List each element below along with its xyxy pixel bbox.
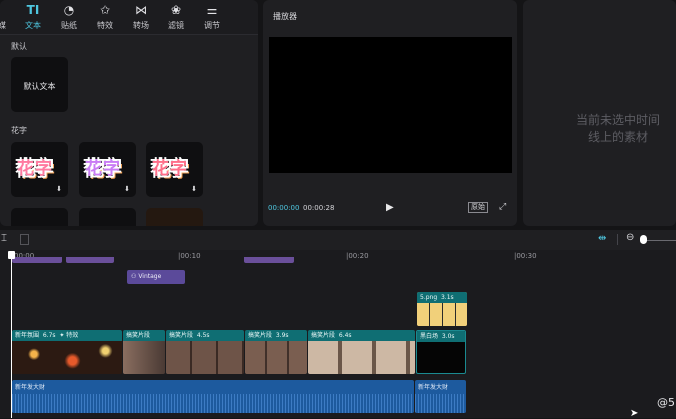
playhead[interactable]	[11, 251, 12, 418]
zoom-out-icon[interactable]: ⊖	[626, 232, 634, 243]
sticker-icon: ◔	[63, 3, 75, 17]
tab-text[interactable]: TI 文本	[17, 3, 49, 33]
player-title: 播放器	[273, 12, 297, 21]
delete-icon[interactable]	[20, 234, 29, 245]
transition-icon: ⋈	[135, 3, 147, 17]
play-icon[interactable]: ▶	[386, 202, 394, 213]
timeline-toolbar: ⌶ ⇹ ⊖	[0, 230, 676, 250]
media-icon	[0, 3, 18, 18]
tab-media[interactable]: 媒	[0, 3, 18, 33]
text-clip[interactable]	[244, 257, 294, 263]
video-clip[interactable]: 新年氛围 6.7s ✦ 特效	[12, 330, 122, 374]
text-clip[interactable]	[12, 257, 62, 263]
ratio-button[interactable]: 原始	[468, 202, 488, 213]
empty-selection-message: 当前未选中时间 线上的素材	[575, 113, 660, 144]
preview-screen[interactable]	[269, 37, 512, 173]
video-clip[interactable]: 搞笑片段	[123, 330, 165, 374]
tab-sticker[interactable]: ◔ 贴纸	[53, 3, 85, 33]
zoom-slider-handle[interactable]	[640, 235, 647, 244]
audio-clip[interactable]: 新年发大财	[415, 380, 466, 413]
fancy-text-tile[interactable]: 花字 ⬇	[146, 142, 203, 197]
split-icon[interactable]: ⌶	[1, 233, 7, 244]
section-default-label: 默认	[11, 42, 27, 51]
sticker-thumbnails	[417, 303, 467, 326]
download-icon[interactable]: ⬇	[124, 185, 130, 193]
tab-filter[interactable]: ❀ 滤镜	[160, 3, 192, 33]
section-fancy-label: 花字	[11, 126, 27, 135]
tab-adjust[interactable]: ⚌ 调节	[196, 3, 228, 33]
fullscreen-icon[interactable]: ⤢	[499, 202, 506, 212]
audio-clip[interactable]: 新年发大财	[12, 380, 414, 413]
video-clip[interactable]: 黑白场 3.0s	[416, 330, 466, 374]
properties-panel: 当前未选中时间 线上的素材	[523, 0, 676, 226]
video-thumbnails	[308, 341, 415, 374]
video-clip[interactable]: 搞笑片段 3.9s	[245, 330, 307, 374]
cursor-icon: ➤	[630, 408, 639, 419]
fancy-text-tile[interactable]	[79, 208, 136, 226]
filter-clip[interactable]: ⚇ Vintage	[127, 270, 185, 284]
download-icon[interactable]: ⬇	[191, 185, 197, 193]
playhead-handle[interactable]	[8, 251, 15, 259]
video-thumbnails	[166, 341, 244, 374]
text-clip[interactable]	[66, 257, 114, 263]
video-thumbnails	[245, 341, 307, 374]
text-icon: TI	[26, 3, 40, 17]
link-icon[interactable]: ⇹	[598, 233, 606, 244]
effect-icon: ✦	[59, 332, 65, 339]
fancy-text-tile[interactable]	[11, 208, 68, 226]
total-time: 00:00:28	[303, 204, 335, 212]
download-icon[interactable]: ⬇	[56, 185, 62, 193]
audio-waveform	[415, 394, 466, 413]
fancy-text-tile[interactable]	[146, 208, 203, 226]
filter-icon: ⚇	[131, 273, 137, 280]
tab-transition[interactable]: ⋈ 转场	[125, 3, 157, 33]
video-thumbnails	[123, 341, 165, 374]
sticker-clip[interactable]: 5.png 3.1s	[417, 292, 467, 326]
toolbar-divider	[617, 234, 618, 245]
filter-icon: ❀	[170, 3, 182, 17]
audio-waveform	[12, 394, 414, 413]
fancy-text-tile[interactable]: 花字 ⬇	[79, 142, 136, 197]
tab-effects[interactable]: ✩ 特效	[89, 3, 121, 33]
default-text-tile[interactable]: 默认文本	[11, 57, 68, 112]
video-thumbnails	[12, 341, 122, 374]
timeline: ⌶ ⇹ ⊖ 00:00 |00:10 |00:20 |00:30 ⚇ Vinta…	[0, 230, 676, 419]
adjust-icon: ⚌	[206, 3, 218, 17]
effects-icon: ✩	[99, 3, 111, 17]
fancy-text-tile[interactable]: 花字 ⬇	[11, 142, 68, 197]
category-toolbar: 媒 TI 文本 ◔ 贴纸 ✩ 特效 ⋈ 转场 ❀ 滤镜 ⚌ 调节	[0, 0, 258, 35]
current-time: 00:00:00	[268, 204, 300, 212]
video-clip[interactable]: 搞笑片段 4.5s	[166, 330, 244, 374]
watermark: @5	[657, 396, 675, 409]
video-clip[interactable]: 搞笑片段 6.4s	[308, 330, 415, 374]
player-panel: 播放器 00:00:00 00:00:28 ▶ 原始 ⤢	[263, 0, 517, 226]
material-panel: 媒 TI 文本 ◔ 贴纸 ✩ 特效 ⋈ 转场 ❀ 滤镜 ⚌ 调节 默认 默认文本…	[0, 0, 258, 226]
